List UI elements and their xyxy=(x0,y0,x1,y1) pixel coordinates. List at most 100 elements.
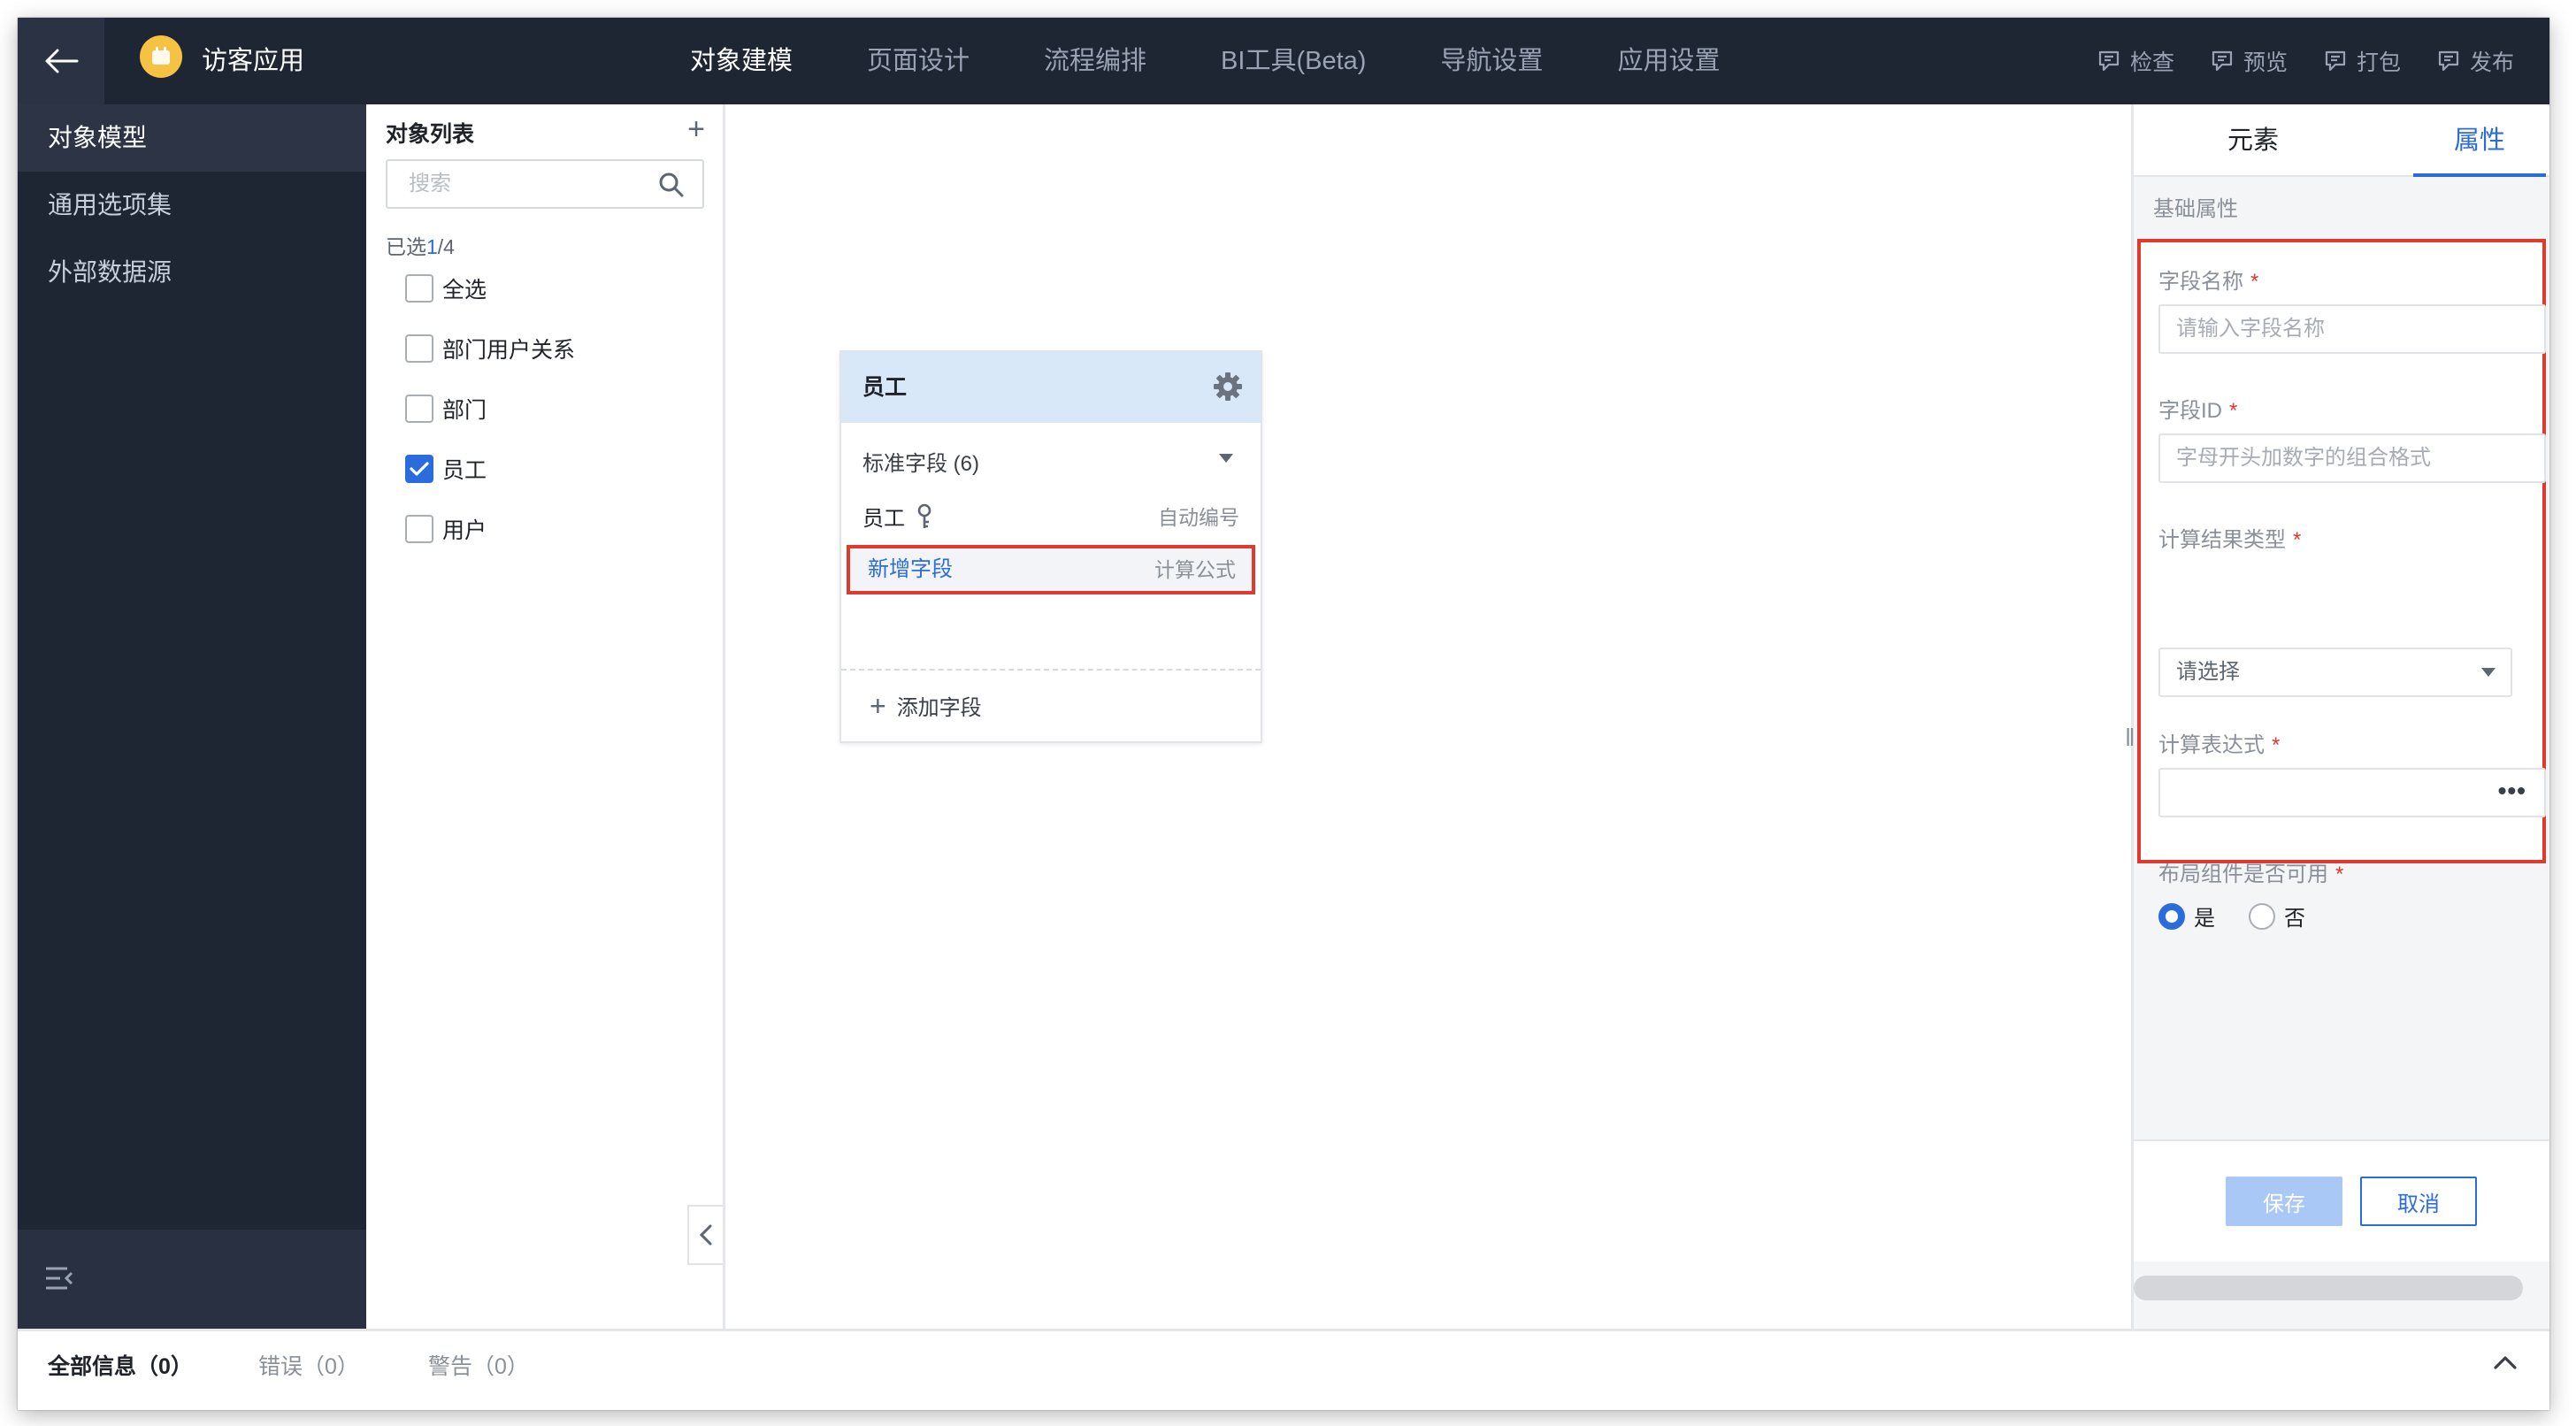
checkbox[interactable] xyxy=(405,334,433,363)
key-icon xyxy=(917,503,932,528)
message-bar: 全部信息（0） 错误（0） 警告（0） xyxy=(18,1329,2549,1410)
caret-down-icon[interactable] xyxy=(1218,453,1234,464)
search-input[interactable] xyxy=(387,161,653,207)
tab-all-messages[interactable]: 全部信息（0） xyxy=(48,1331,193,1402)
object-item-user[interactable]: 用户 xyxy=(405,511,487,547)
save-button[interactable]: 保存 xyxy=(2226,1177,2342,1226)
preview-button[interactable]: 预览 xyxy=(2210,45,2288,77)
search-icon[interactable] xyxy=(658,172,685,198)
section-title-basic-properties: 基础属性 xyxy=(2153,197,2238,221)
arrow-left-icon xyxy=(45,49,79,73)
nav-tab-page-design[interactable]: 页面设计 xyxy=(867,18,970,104)
sidebar-item-object-model[interactable]: 对象模型 xyxy=(18,104,366,172)
collapse-panel-button[interactable] xyxy=(687,1205,723,1265)
tab-errors[interactable]: 错误（0） xyxy=(258,1331,359,1402)
entity-card[interactable]: 员工 标准字段 (6) 员工 自动编号 新增字段 计算公式 + 添加字段 xyxy=(840,350,1262,743)
required-mark: * xyxy=(2293,528,2302,552)
package-button[interactable]: 打包 xyxy=(2323,45,2401,77)
main-nav: 对象建模 页面设计 流程编排 BI工具(Beta) 导航设置 应用设置 xyxy=(690,18,1794,104)
radio-unselected[interactable] xyxy=(2249,902,2275,930)
package-label: 打包 xyxy=(2356,50,2401,75)
object-list-panel: 对象列表 + 已选1/4 全选 部门用户关系 部门 员工 xyxy=(366,104,725,1329)
properties-panel: ‖ 元素 属性 基础属性 字段名称 * 字段ID * 计算结果类型 * 请选择 计算表… xyxy=(2125,104,2549,1329)
object-item-dept-user-relation[interactable]: 部门用户关系 xyxy=(405,331,575,366)
publish-label: 发布 xyxy=(2469,50,2514,75)
nav-tab-object-modeling[interactable]: 对象建模 xyxy=(690,18,793,104)
field-row-employee[interactable]: 员工 xyxy=(862,501,933,532)
publish-icon xyxy=(2438,50,2459,72)
sidebar-footer xyxy=(18,1230,366,1329)
app-logo-icon xyxy=(152,47,170,65)
collapse-sidebar-button[interactable] xyxy=(44,1265,74,1296)
check-button[interactable]: 检查 xyxy=(2097,45,2174,77)
object-item-department[interactable]: 部门 xyxy=(405,391,487,426)
field-type: 自动编号 xyxy=(1158,506,1239,529)
back-button[interactable] xyxy=(18,18,104,104)
expression-input[interactable]: ••• xyxy=(2158,768,2546,817)
radio-yes-label: 是 xyxy=(2194,907,2215,931)
object-item-select-all[interactable]: 全选 xyxy=(405,271,487,306)
check-doc-icon xyxy=(2098,50,2120,72)
preview-icon xyxy=(2212,50,2233,72)
tab-warnings[interactable]: 警告（0） xyxy=(428,1331,529,1402)
radio-selected[interactable] xyxy=(2158,902,2185,930)
entity-header: 员工 xyxy=(841,352,1261,423)
package-icon xyxy=(2325,50,2346,72)
nav-tab-navigation-settings[interactable]: 导航设置 xyxy=(1440,18,1543,104)
standard-fields-group[interactable]: 标准字段 (6) xyxy=(862,446,979,477)
app-window: 访客应用 对象建模 页面设计 流程编排 BI工具(Beta) 导航设置 应用设置… xyxy=(18,18,2549,1410)
object-item-label: 全选 xyxy=(442,278,487,303)
checkbox-checked[interactable] xyxy=(405,455,433,483)
radio-no[interactable]: 否 xyxy=(2249,901,2305,932)
top-bar: 访客应用 对象建模 页面设计 流程编排 BI工具(Beta) 导航设置 应用设置… xyxy=(18,18,2549,104)
radio-no-label: 否 xyxy=(2284,907,2305,931)
new-field-name: 新增字段 xyxy=(868,557,953,581)
tab-properties[interactable]: 属性 xyxy=(2413,104,2546,177)
tab-elements[interactable]: 元素 xyxy=(2178,104,2328,177)
checkbox[interactable] xyxy=(405,274,433,303)
result-type-label-text: 计算结果类型 xyxy=(2158,528,2286,552)
required-mark: * xyxy=(2335,862,2344,886)
object-item-label: 部门 xyxy=(442,398,487,423)
checkbox[interactable] xyxy=(405,395,433,423)
field-name-label: 字段名称 * xyxy=(2158,264,2258,295)
publish-button[interactable]: 发布 xyxy=(2436,45,2514,77)
nav-tab-process-orchestration[interactable]: 流程编排 xyxy=(1044,18,1146,104)
nav-tab-bi-tools[interactable]: BI工具(Beta) xyxy=(1221,18,1366,104)
new-field-type: 计算公式 xyxy=(1154,558,1236,581)
object-item-label: 员工 xyxy=(442,458,487,483)
checkbox[interactable] xyxy=(405,515,433,543)
app-name: 访客应用 xyxy=(202,47,305,75)
add-field-button[interactable]: + 添加字段 xyxy=(870,690,982,721)
toolbar: 检查 预览 打包 发布 xyxy=(2061,18,2514,104)
plus-icon: + xyxy=(870,689,886,722)
nav-tab-app-settings[interactable]: 应用设置 xyxy=(1617,18,1720,104)
object-list-title: 对象列表 xyxy=(386,122,475,147)
gear-icon[interactable] xyxy=(1213,372,1243,402)
field-row-new-highlighted[interactable]: 新增字段 计算公式 xyxy=(847,545,1255,594)
result-type-select[interactable]: 请选择 xyxy=(2158,648,2512,697)
field-name-input[interactable] xyxy=(2158,304,2546,354)
cancel-button[interactable]: 取消 xyxy=(2360,1177,2477,1226)
chevron-up-icon[interactable] xyxy=(2493,1354,2518,1370)
sidebar-item-external-data-source[interactable]: 外部数据源 xyxy=(18,239,366,306)
field-id-input[interactable] xyxy=(2158,433,2546,483)
result-type-label: 计算结果类型 * xyxy=(2158,522,2301,553)
selected-number: 1 xyxy=(426,235,438,258)
more-options-icon[interactable]: ••• xyxy=(2498,777,2526,805)
properties-tabs: 元素 属性 xyxy=(2134,104,2549,177)
sidebar-item-option-sets[interactable]: 通用选项集 xyxy=(18,172,366,239)
model-canvas[interactable]: 员工 标准字段 (6) 员工 自动编号 新增字段 计算公式 + 添加字段 xyxy=(728,104,2131,1329)
object-item-label: 部门用户关系 xyxy=(442,338,576,363)
field-name-label-text: 字段名称 xyxy=(2158,270,2243,294)
layout-available-label: 布局组件是否可用 * xyxy=(2158,856,2343,887)
app-logo xyxy=(140,35,182,78)
object-item-label: 用户 xyxy=(442,518,487,543)
checkmark-icon xyxy=(410,462,429,476)
entity-title: 员工 xyxy=(862,375,908,400)
object-item-employee[interactable]: 员工 xyxy=(405,451,487,487)
horizontal-scrollbar[interactable] xyxy=(2134,1276,2523,1300)
resize-handle[interactable]: ‖ xyxy=(2125,724,2135,752)
add-object-button[interactable]: + xyxy=(687,114,705,144)
radio-yes[interactable]: 是 xyxy=(2158,901,2215,932)
